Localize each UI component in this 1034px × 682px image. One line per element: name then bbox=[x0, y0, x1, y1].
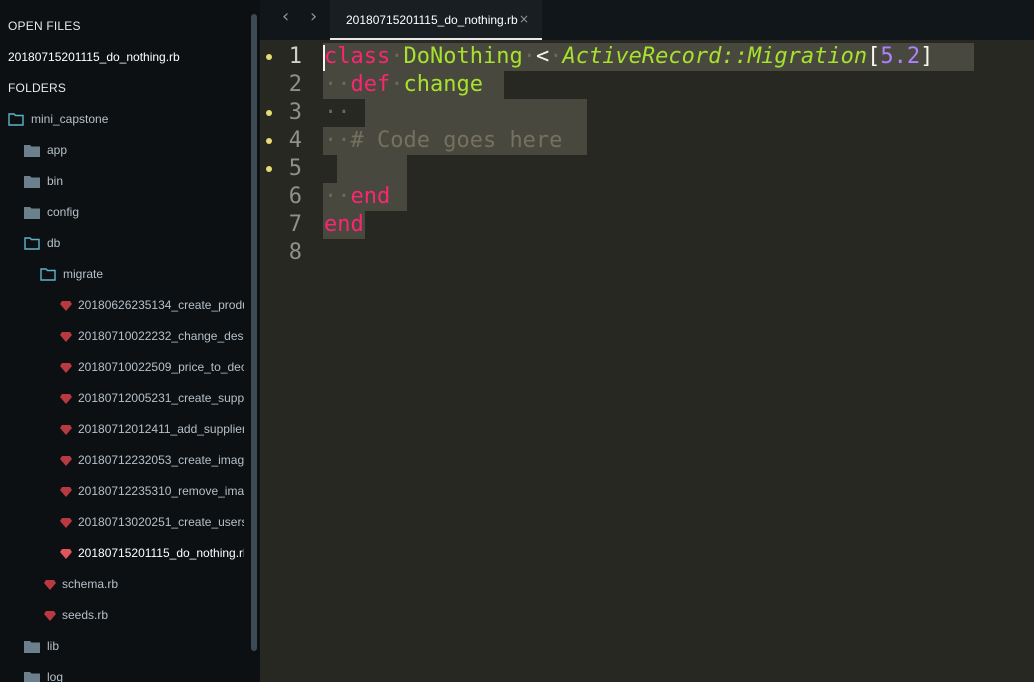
tree-item-label: bin bbox=[47, 174, 64, 188]
tree-item-label: 20180710022232_change_description.rb bbox=[78, 329, 244, 343]
version-number: 5.2 bbox=[880, 44, 921, 69]
comment-text: # Code goes here bbox=[350, 128, 563, 153]
bracket-open: [ bbox=[867, 44, 881, 69]
tree-item-label: 20180712005231_create_suppliers.rb bbox=[78, 391, 244, 405]
tree-item-20180710022232-change-description[interactable]: 20180710022232_change_description.rb bbox=[60, 326, 260, 346]
ruby-gem-icon bbox=[60, 486, 72, 497]
tree-item-label: app bbox=[47, 143, 68, 157]
line-number: 7 bbox=[288, 212, 302, 237]
tree-item-label: lib bbox=[47, 639, 60, 653]
tree-item-config[interactable]: config bbox=[24, 202, 260, 222]
ruby-gem-icon bbox=[60, 331, 72, 342]
tree-item-20180710022509-price-to-decimal[interactable]: 20180710022509_price_to_decimal.rb bbox=[60, 357, 260, 377]
folder-icon bbox=[24, 640, 40, 653]
tree-item-label: 20180710022509_price_to_decimal.rb bbox=[78, 360, 244, 374]
folder-open-icon bbox=[8, 112, 24, 126]
line-number: 6 bbox=[288, 184, 302, 209]
ruby-gem-icon bbox=[60, 455, 72, 466]
inherit-operator: < bbox=[535, 44, 550, 69]
tree-item-label: seeds.rb bbox=[62, 608, 109, 622]
tree-item-20180626235134-create-products[interactable]: 20180626235134_create_products.rb bbox=[60, 295, 260, 315]
superclass-name: ActiveRecord::Migration bbox=[562, 44, 868, 69]
tree-item-migrate[interactable]: migrate bbox=[40, 264, 260, 284]
tree-item-label: 20180712232053_create_images.rb bbox=[78, 453, 244, 467]
tree-item-label: schema.rb bbox=[62, 577, 119, 591]
method-name: change bbox=[403, 72, 483, 97]
folder-icon bbox=[24, 671, 40, 682]
tree-item-label: 20180626235134_create_products.rb bbox=[78, 298, 244, 312]
tree-item-app[interactable]: app bbox=[24, 140, 260, 160]
folder-icon bbox=[24, 144, 40, 157]
tree-item-20180713020251-create-users[interactable]: 20180713020251_create_users.rb bbox=[60, 512, 260, 532]
selection-line-3b bbox=[365, 99, 587, 127]
tree-item-lib[interactable]: lib bbox=[24, 636, 260, 656]
tab-do-nothing[interactable]: 20180715201115_do_nothing.rb × bbox=[330, 0, 542, 40]
class-keyword: class bbox=[324, 44, 391, 69]
folder-icon bbox=[24, 175, 40, 188]
tree-item-mini-capstone[interactable]: mini_capstone bbox=[8, 109, 258, 129]
code-line-6: ··end bbox=[324, 184, 391, 209]
folder-open-icon bbox=[24, 236, 40, 250]
open-file-item[interactable]: 20180715201115_do_nothing.rb bbox=[8, 50, 180, 64]
code-line-3: ·· bbox=[324, 100, 351, 125]
close-tab-icon[interactable]: × bbox=[519, 12, 529, 26]
modified-line-dot-icon bbox=[266, 54, 272, 60]
tree-item-bin[interactable]: bin bbox=[24, 171, 260, 191]
modified-line-dot-icon bbox=[266, 138, 272, 144]
open-files-header: OPEN FILES bbox=[8, 19, 81, 33]
tree-item-label: mini_capstone bbox=[31, 112, 109, 126]
ruby-gem-icon bbox=[60, 362, 72, 373]
ruby-gem-icon bbox=[60, 548, 72, 559]
sidebar: OPEN FILES 20180715201115_do_nothing.rb … bbox=[0, 0, 260, 682]
def-keyword: def bbox=[350, 72, 391, 97]
tree-item-20180715201115-do-nothing[interactable]: 20180715201115_do_nothing.rb bbox=[60, 543, 260, 563]
modified-line-dot-icon bbox=[266, 110, 272, 116]
tree-item-label: migrate bbox=[63, 267, 104, 281]
tree-item-20180712232053-create-images[interactable]: 20180712232053_create_images.rb bbox=[60, 450, 260, 470]
folder-icon bbox=[24, 206, 40, 219]
code-line-2: ··def·change bbox=[324, 72, 483, 97]
folder-open-icon bbox=[40, 267, 56, 281]
tree-item-20180712005231-create-suppliers[interactable]: 20180712005231_create_suppliers.rb bbox=[60, 388, 260, 408]
ruby-gem-icon bbox=[60, 393, 72, 404]
tree-item-20180712012411-add-supplier-id[interactable]: 20180712012411_add_supplier_id.rb bbox=[60, 419, 260, 439]
code-editor[interactable]: 12345678 class·DoNothing·<·ActiveRecord:… bbox=[260, 40, 1034, 682]
selection-line-5 bbox=[337, 155, 407, 183]
tree-item-label: db bbox=[47, 236, 61, 250]
back-arrow-icon[interactable]: ‹ bbox=[282, 6, 289, 27]
code-line-4: ··# Code goes here bbox=[324, 128, 563, 153]
tree-item-label: 20180712235310_remove_images.rb bbox=[78, 484, 244, 498]
bracket-close: ] bbox=[920, 44, 934, 69]
tab-title: 20180715201115_do_nothing.rb bbox=[346, 13, 518, 27]
tree-item-label: 20180713020251_create_users.rb bbox=[78, 515, 244, 529]
code-line-1: class·DoNothing·<·ActiveRecord::Migratio… bbox=[324, 44, 934, 69]
ruby-gem-icon bbox=[60, 300, 72, 311]
ruby-gem-icon bbox=[44, 610, 56, 621]
tree-item-label: log bbox=[47, 670, 64, 682]
tree-item-seeds[interactable]: seeds.rb bbox=[44, 605, 260, 625]
class-name: DoNothing bbox=[403, 44, 523, 69]
tree-item-schema[interactable]: schema.rb bbox=[44, 574, 260, 594]
end-keyword-inner: end bbox=[350, 184, 391, 209]
ruby-gem-icon bbox=[60, 424, 72, 435]
line-number: 2 bbox=[288, 72, 302, 97]
modified-line-dot-icon bbox=[266, 166, 272, 172]
tree-item-log[interactable]: log bbox=[24, 667, 260, 682]
tree-item-label: 20180712012411_add_supplier_id.rb bbox=[78, 422, 244, 436]
end-keyword-outer: end bbox=[324, 212, 364, 237]
text-cursor bbox=[323, 45, 325, 71]
line-number: 8 bbox=[288, 240, 302, 265]
tree-item-db[interactable]: db bbox=[24, 233, 260, 253]
tree-item-20180712235310-remove-images[interactable]: 20180712235310_remove_images.rb bbox=[60, 481, 260, 501]
code-line-7: end bbox=[324, 211, 364, 239]
tree-item-label: 20180715201115_do_nothing.rb bbox=[78, 546, 244, 560]
forward-arrow-icon[interactable]: › bbox=[310, 6, 317, 27]
folders-header: FOLDERS bbox=[8, 81, 67, 95]
tree-item-label: config bbox=[47, 205, 80, 219]
sidebar-scrollbar[interactable] bbox=[251, 14, 257, 651]
ruby-gem-icon bbox=[44, 579, 56, 590]
tab-bar: ‹ › 20180715201115_do_nothing.rb × bbox=[260, 0, 1034, 40]
ruby-gem-icon bbox=[60, 517, 72, 528]
